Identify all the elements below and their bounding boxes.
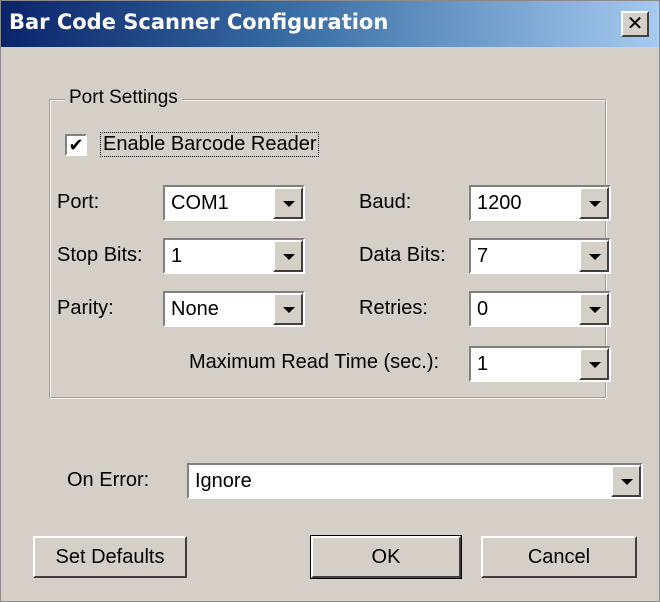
- stop-bits-value: 1: [171, 245, 183, 267]
- chevron-down-icon[interactable]: [579, 293, 609, 325]
- on-error-label: On Error:: [67, 469, 150, 491]
- stop-bits-label: Stop Bits:: [57, 244, 143, 266]
- chevron-down-icon[interactable]: [611, 465, 641, 497]
- port-settings-legend: Port Settings: [65, 87, 182, 109]
- close-icon: ✕: [626, 13, 644, 35]
- data-bits-label: Data Bits:: [359, 244, 446, 266]
- chevron-down-icon[interactable]: [273, 240, 303, 272]
- port-label: Port:: [57, 191, 100, 213]
- on-error-select[interactable]: Ignore: [187, 463, 643, 499]
- port-select[interactable]: COM1: [163, 185, 305, 221]
- port-value: COM1: [171, 192, 229, 214]
- chevron-down-icon[interactable]: [579, 187, 609, 219]
- cancel-label: Cancel: [527, 545, 591, 568]
- set-defaults-button[interactable]: Set Defaults: [33, 536, 187, 578]
- data-bits-select[interactable]: 7: [469, 238, 611, 274]
- parity-value: None: [171, 298, 219, 320]
- title-bar[interactable]: Bar Code Scanner Configuration ✕: [1, 1, 659, 47]
- max-read-time-select[interactable]: 1: [469, 346, 611, 382]
- parity-label: Parity:: [57, 297, 114, 319]
- cancel-button[interactable]: Cancel: [481, 536, 637, 578]
- retries-label: Retries:: [359, 297, 428, 319]
- parity-select[interactable]: None: [163, 291, 305, 327]
- retries-select[interactable]: 0: [469, 291, 611, 327]
- retries-value: 0: [477, 298, 489, 320]
- enable-barcode-reader-checkbox[interactable]: ✔: [65, 134, 87, 156]
- baud-label: Baud:: [359, 191, 412, 213]
- close-button[interactable]: ✕: [621, 11, 649, 37]
- enable-barcode-reader-label[interactable]: Enable Barcode Reader: [99, 132, 320, 157]
- set-defaults-label: Set Defaults: [55, 545, 165, 568]
- max-read-time-value: 1: [477, 353, 489, 375]
- baud-select[interactable]: 1200: [469, 185, 611, 221]
- chevron-down-icon[interactable]: [273, 293, 303, 325]
- ok-label: OK: [371, 545, 401, 568]
- ok-button[interactable]: OK: [310, 535, 462, 579]
- scanner-config-dialog: Bar Code Scanner Configuration ✕ Port Se…: [0, 0, 660, 602]
- stop-bits-select[interactable]: 1: [163, 238, 305, 274]
- max-read-time-label: Maximum Read Time (sec.):: [189, 351, 440, 373]
- chevron-down-icon[interactable]: [273, 187, 303, 219]
- data-bits-value: 7: [477, 245, 489, 267]
- dialog-title: Bar Code Scanner Configuration: [9, 10, 389, 34]
- checkmark-icon: ✔: [68, 135, 84, 155]
- chevron-down-icon[interactable]: [579, 240, 609, 272]
- baud-value: 1200: [477, 192, 522, 214]
- on-error-value: Ignore: [195, 470, 252, 492]
- chevron-down-icon[interactable]: [579, 348, 609, 380]
